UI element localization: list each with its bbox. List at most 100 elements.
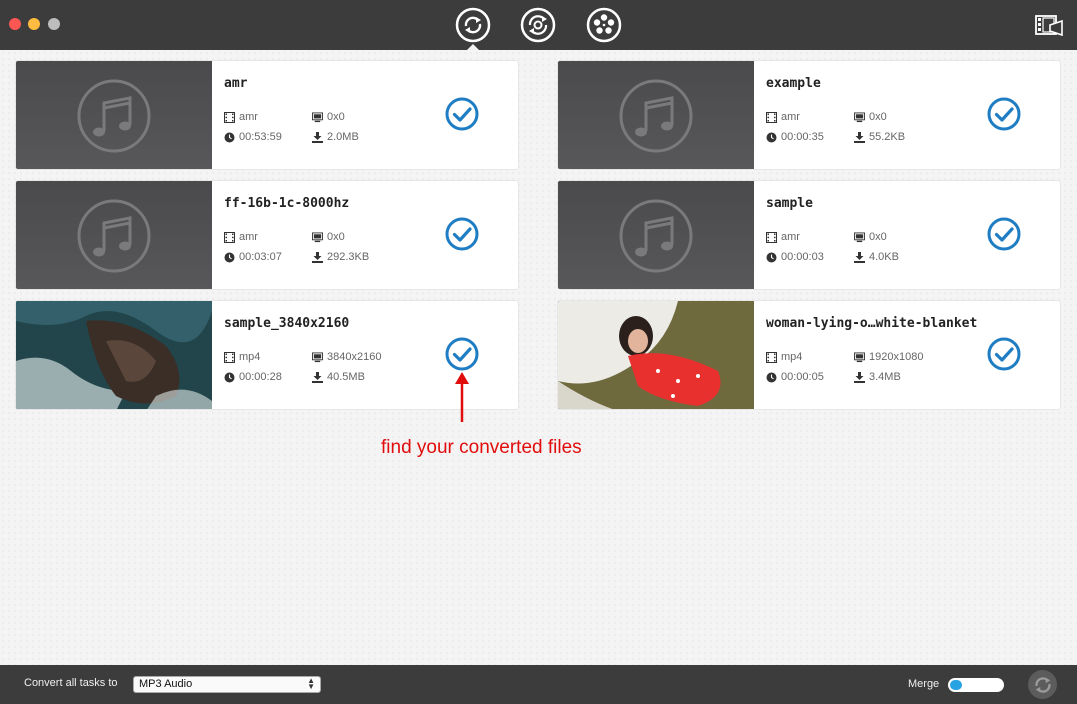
monitor-icon: [312, 351, 323, 362]
download-size-icon: [312, 251, 323, 263]
file-duration-value: 00:03:07: [239, 251, 282, 263]
converted-check-button[interactable]: [987, 217, 1021, 251]
media-browser-icon: [1035, 15, 1063, 37]
file-thumbnail[interactable]: [558, 181, 754, 289]
file-size-value: 4.0KB: [869, 251, 899, 263]
select-arrows-icon: ▲ ▼: [307, 676, 315, 691]
file-resolution: 0x0: [854, 111, 887, 123]
file-card[interactable]: woman-lying-o…white-blanket mp4 1920x1080 0…: [557, 300, 1061, 410]
output-format-select[interactable]: MP3 Audio ▲ ▼: [133, 676, 321, 693]
file-format-value: amr: [781, 111, 800, 123]
file-size-value: 55.2KB: [869, 131, 906, 143]
file-resolution: 0x0: [854, 231, 887, 243]
clock-icon: [224, 252, 235, 262]
file-size: 4.0KB: [854, 251, 899, 263]
convert-mode-button[interactable]: [455, 7, 491, 43]
file-size: 55.2KB: [854, 131, 905, 143]
monitor-icon: [854, 111, 865, 122]
file-format: mp4: [766, 351, 802, 363]
file-format: amr: [766, 111, 800, 123]
check-icon: [987, 337, 1021, 371]
check-icon: [445, 217, 479, 251]
converted-check-button[interactable]: [445, 97, 479, 131]
convert-all-button[interactable]: [1028, 670, 1057, 699]
file-size-value: 292.3KB: [327, 251, 370, 263]
file-format: amr: [766, 231, 800, 243]
file-thumbnail[interactable]: [16, 61, 212, 169]
clock-icon: [766, 132, 777, 142]
file-duration: 00:03:07: [224, 251, 282, 263]
file-size: 2.0MB: [312, 131, 359, 143]
file-name: woman-lying-o…white-blanket: [766, 316, 978, 331]
convert-icon: [1034, 676, 1051, 693]
merge-toggle[interactable]: [948, 678, 1004, 692]
close-window-button[interactable]: [9, 18, 21, 30]
clock-icon: [224, 372, 235, 382]
bottom-bar: Convert all tasks to MP3 Audio ▲ ▼ Merge: [0, 665, 1077, 704]
file-format: mp4: [224, 351, 260, 363]
file-thumbnail[interactable]: [558, 61, 754, 169]
minimize-window-button[interactable]: [28, 18, 40, 30]
output-format-value: MP3 Audio: [139, 678, 193, 690]
file-card[interactable]: sample_3840x2160 mp4 3840x2160 00:00:28 40.5…: [15, 300, 519, 410]
file-duration: 00:00:03: [766, 251, 824, 263]
merge-toggle-knob: [950, 680, 962, 690]
file-card[interactable]: amr amr 0x0 00:53:59 2.0MB: [15, 60, 519, 170]
converted-check-button[interactable]: [987, 337, 1021, 371]
annotation-arrow-icon: [455, 372, 469, 422]
file-thumbnail[interactable]: [16, 181, 212, 289]
monitor-icon: [312, 231, 323, 242]
file-resolution-value: 0x0: [327, 111, 345, 123]
music-note-icon: [77, 199, 151, 273]
film-icon: [224, 351, 235, 363]
burn-mode-button[interactable]: [586, 7, 622, 43]
zoom-window-button[interactable]: [48, 18, 60, 30]
file-format-value: amr: [239, 111, 258, 123]
converted-check-button[interactable]: [987, 97, 1021, 131]
file-duration-value: 00:53:59: [239, 131, 282, 143]
download-size-icon: [854, 371, 865, 383]
file-format-value: mp4: [781, 351, 803, 363]
download-size-icon: [854, 131, 865, 143]
download-size-icon: [312, 371, 323, 383]
file-card[interactable]: sample amr 0x0 00:00:03 4.0KB: [557, 180, 1061, 290]
download-mode-button[interactable]: [520, 7, 556, 43]
file-size: 292.3KB: [312, 251, 369, 263]
file-resolution-value: 0x0: [869, 111, 887, 123]
file-duration: 00:00:05: [766, 371, 824, 383]
convert-icon: [455, 7, 491, 43]
file-size: 3.4MB: [854, 371, 901, 383]
check-icon: [987, 97, 1021, 131]
file-card[interactable]: ff-16b-1c-8000hz amr 0x0 00:03:07 292.3KB: [15, 180, 519, 290]
file-size-value: 2.0MB: [327, 131, 359, 143]
convert-all-label: Convert all tasks to: [24, 677, 118, 689]
file-format: amr: [224, 111, 258, 123]
converted-check-button[interactable]: [445, 337, 479, 371]
check-icon: [987, 217, 1021, 251]
music-note-icon: [619, 79, 693, 153]
clock-icon: [766, 372, 777, 382]
media-browser-button[interactable]: [1034, 13, 1064, 39]
file-name: ff-16b-1c-8000hz: [224, 196, 350, 211]
music-note-icon: [619, 199, 693, 273]
file-size-value: 3.4MB: [869, 371, 901, 383]
download-convert-icon: [520, 7, 556, 43]
file-name: sample_3840x2160: [224, 316, 350, 331]
file-name: sample: [766, 196, 813, 211]
file-resolution-value: 0x0: [869, 231, 887, 243]
file-format-value: mp4: [239, 351, 261, 363]
film-icon: [224, 111, 235, 123]
file-duration-value: 00:00:05: [781, 371, 824, 383]
check-icon: [445, 97, 479, 131]
monitor-icon: [312, 111, 323, 122]
file-thumbnail[interactable]: [558, 301, 754, 409]
file-card[interactable]: example amr 0x0 00:00:35 55.2KB: [557, 60, 1061, 170]
file-resolution: 0x0: [312, 231, 345, 243]
download-size-icon: [312, 131, 323, 143]
file-thumbnail[interactable]: [16, 301, 212, 409]
title-bar: [0, 0, 1077, 50]
video-thumbnail-sea: [16, 301, 212, 409]
file-duration-value: 00:00:03: [781, 251, 824, 263]
converted-check-button[interactable]: [445, 217, 479, 251]
file-duration-value: 00:00:28: [239, 371, 282, 383]
